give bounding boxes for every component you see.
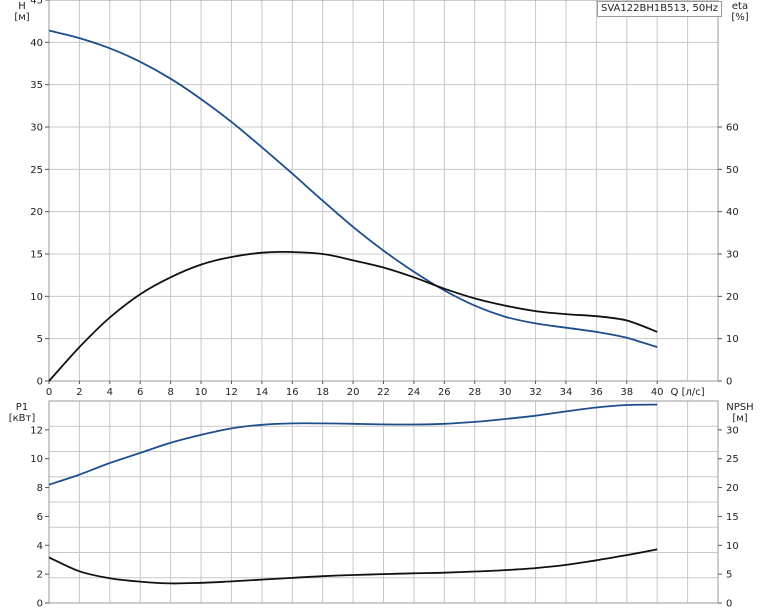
x-tick-label: 30 bbox=[499, 387, 512, 398]
y-left-tick-label: 0 bbox=[37, 377, 43, 388]
x-tick-label: 8 bbox=[167, 387, 173, 398]
y-left-axis-unit: [кВт] bbox=[9, 413, 36, 424]
y-left-tick-label: 5 bbox=[37, 334, 43, 345]
y-left-axis-unit: [м] bbox=[14, 12, 29, 23]
y-right-axis-unit: [%] bbox=[731, 12, 748, 23]
y-right-tick-label: 30 bbox=[726, 250, 739, 261]
chart-title: SVA122BH1B513, 50Hz bbox=[597, 1, 723, 17]
y-right-tick-label: 10 bbox=[726, 334, 739, 345]
x-tick-label: 12 bbox=[225, 387, 238, 398]
y-right-axis-title: eta bbox=[732, 1, 748, 12]
y-right-tick-label: 5 bbox=[726, 570, 732, 581]
y-left-tick-label: 6 bbox=[37, 512, 43, 523]
y-right-tick-label: 20 bbox=[726, 292, 739, 303]
y-right-axis-unit: [м] bbox=[732, 413, 747, 424]
y-left-tick-label: 45 bbox=[30, 0, 43, 7]
y-left-axis-title: P1 bbox=[16, 402, 28, 413]
x-tick-label: 38 bbox=[620, 387, 633, 398]
y-left-tick-label: 25 bbox=[30, 165, 43, 176]
y-left-tick-label: 30 bbox=[30, 123, 43, 134]
y-right-tick-label: 60 bbox=[726, 123, 739, 134]
y-right-tick-label: 50 bbox=[726, 165, 739, 176]
x-tick-label: 22 bbox=[377, 387, 390, 398]
y-right-tick-label: 40 bbox=[726, 207, 739, 218]
x-tick-label: 6 bbox=[137, 387, 143, 398]
x-tick-label: 32 bbox=[529, 387, 542, 398]
x-tick-label: 24 bbox=[408, 387, 421, 398]
y-right-tick-label: 0 bbox=[726, 599, 732, 610]
y-left-tick-label: 4 bbox=[37, 541, 43, 552]
x-tick-label: 36 bbox=[590, 387, 603, 398]
y-right-tick-label: 0 bbox=[726, 377, 732, 388]
x-tick-label: 40 bbox=[651, 387, 664, 398]
y-left-tick-label: 35 bbox=[30, 80, 43, 91]
y-left-tick-label: 2 bbox=[37, 570, 43, 581]
x-axis-title: Q [л/с] bbox=[671, 387, 705, 398]
y-left-tick-label: 10 bbox=[30, 292, 43, 303]
x-tick-label: 0 bbox=[46, 387, 52, 398]
x-tick-label: 2 bbox=[76, 387, 82, 398]
y-left-tick-label: 20 bbox=[30, 207, 43, 218]
chart-canvas: 0510152025303540450102030405060H[м]eta[%… bbox=[9, 0, 754, 610]
y-left-tick-label: 40 bbox=[30, 38, 43, 49]
y-right-tick-label: 25 bbox=[726, 454, 739, 465]
x-tick-label: 20 bbox=[347, 387, 360, 398]
x-tick-label: 4 bbox=[107, 387, 113, 398]
x-tick-label: 14 bbox=[255, 387, 268, 398]
x-tick-label: 10 bbox=[195, 387, 208, 398]
y-right-tick-label: 30 bbox=[726, 425, 739, 436]
y-right-tick-label: 10 bbox=[726, 541, 739, 552]
y-left-axis-title: H bbox=[18, 1, 26, 12]
y-left-tick-label: 0 bbox=[37, 599, 43, 610]
y-right-tick-label: 20 bbox=[726, 483, 739, 494]
x-tick-label: 28 bbox=[468, 387, 481, 398]
x-tick-label: 16 bbox=[286, 387, 299, 398]
y-right-axis-title: NPSH bbox=[726, 402, 753, 413]
x-tick-label: 18 bbox=[316, 387, 329, 398]
x-tick-label: 26 bbox=[438, 387, 451, 398]
y-left-tick-label: 12 bbox=[30, 425, 43, 436]
y-right-tick-label: 15 bbox=[726, 512, 739, 523]
y-left-tick-label: 10 bbox=[30, 454, 43, 465]
x-tick-label: 34 bbox=[560, 387, 573, 398]
y-left-tick-label: 15 bbox=[30, 250, 43, 261]
y-left-tick-label: 8 bbox=[37, 483, 43, 494]
pump-performance-chart: 0 5 10 15 20 25 30 35 40 45 0 10 20 30 40 50 60 H [м] eta [%… bbox=[0, 0, 774, 611]
